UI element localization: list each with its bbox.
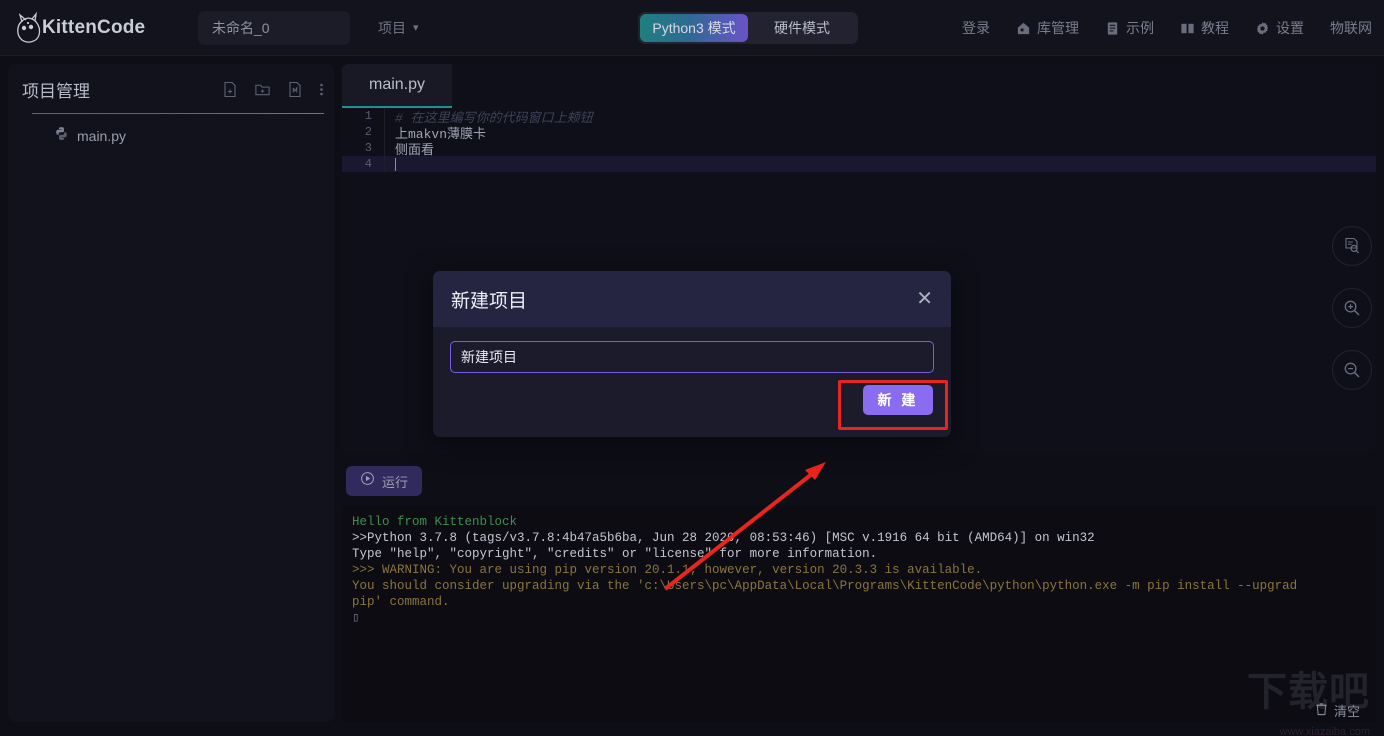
clear-console-button[interactable]: 清空 (1315, 701, 1360, 720)
tab-hardware-mode[interactable]: 硬件模式 (748, 14, 856, 42)
nav-item-settings[interactable]: 设置 (1255, 18, 1304, 38)
dialog-footer: 新 建 (433, 373, 951, 415)
chevron-down-icon: ▾ (413, 22, 419, 34)
sidebar-header: 项目管理 (8, 64, 334, 114)
list-item-label: main.py (77, 128, 127, 144)
book-icon (1180, 21, 1195, 36)
run-button[interactable]: 运行 (346, 466, 423, 496)
console-line: Type "help", "copyright", "credits" or "… (352, 547, 878, 561)
nav-item-examples[interactable]: 示例 (1105, 18, 1154, 38)
nav-item-library[interactable]: 库管理 (1016, 18, 1079, 38)
mode-switch: Python3 模式 硬件模式 (638, 12, 858, 44)
clear-console-label: 清空 (1333, 704, 1360, 719)
tab-python3-mode[interactable]: Python3 模式 (640, 14, 748, 42)
close-icon[interactable]: ✕ (916, 289, 933, 309)
new-project-dialog: 新建项目 ✕ 新 建 (433, 271, 951, 437)
editor-tabbar: main.py (342, 64, 1376, 108)
console-line: >>> WARNING: You are using pip version 2… (352, 563, 983, 577)
line-number: 3 (364, 141, 372, 155)
line-number: 1 (364, 109, 372, 123)
nav-label-examples: 示例 (1126, 20, 1154, 36)
nav-label-login: 登录 (962, 20, 990, 36)
dialog-header: 新建项目 ✕ (433, 271, 951, 327)
code-line: 1 # 在这里编写你的代码窗口上颊钮 (342, 108, 1376, 126)
console-output[interactable]: Hello from Kittenblock >>Python 3.7.8 (t… (342, 506, 1376, 722)
nav-item-login[interactable]: 登录 (962, 18, 990, 38)
nav-right: 登录 库管理 示例 教程 设置 物联网 (962, 0, 1372, 56)
run-button-label: 运行 (382, 474, 409, 490)
list-item[interactable]: main.py (8, 123, 334, 149)
code-text: 侧面看 (395, 142, 435, 158)
document-icon (1105, 21, 1120, 36)
project-name-field[interactable] (450, 341, 934, 373)
kitten-logo-icon (12, 11, 48, 45)
dialog-body (433, 327, 951, 373)
editor-side-tools (1332, 226, 1372, 390)
console-line: pip' command. (352, 595, 450, 609)
python-file-icon (54, 126, 69, 146)
console-caret: ▯ (352, 611, 360, 625)
gear-icon (1255, 21, 1270, 36)
tab-main-py[interactable]: main.py (342, 64, 452, 108)
project-menu[interactable]: 项目 ▾ (378, 18, 419, 38)
import-file-icon[interactable] (287, 81, 303, 98)
nav-label-tutorial: 教程 (1201, 20, 1229, 36)
sidebar-tools (222, 81, 324, 98)
line-number: 4 (364, 157, 372, 171)
home-library-icon (1016, 21, 1031, 36)
play-circle-icon (360, 471, 375, 491)
new-folder-icon[interactable] (254, 81, 271, 98)
console-line: >>Python 3.7.8 (tags/v3.7.8:4b47a5b6ba, … (352, 531, 1095, 545)
top-bar: KittenCode 项目 ▾ Python3 模式 硬件模式 登录 库管理 (0, 0, 1384, 56)
app-root: KittenCode 项目 ▾ Python3 模式 硬件模式 登录 库管理 (0, 0, 1384, 736)
nav-label-library: 库管理 (1037, 20, 1079, 36)
nav-label-iot: 物联网 (1330, 20, 1372, 36)
zoom-out-icon[interactable] (1332, 350, 1372, 390)
more-options-icon[interactable] (319, 81, 324, 98)
new-file-icon[interactable] (222, 81, 238, 98)
project-name-input[interactable] (198, 10, 350, 45)
nav-item-tutorial[interactable]: 教程 (1180, 18, 1229, 38)
project-menu-label: 项目 (378, 19, 406, 36)
zoom-in-icon[interactable] (1332, 288, 1372, 328)
find-in-file-icon[interactable] (1332, 226, 1372, 266)
page-title: 项目管理 (22, 81, 90, 101)
nav-label-settings: 设置 (1276, 20, 1304, 36)
trash-icon (1315, 702, 1328, 719)
create-project-button[interactable]: 新 建 (863, 385, 933, 415)
project-sidebar: 项目管理 main.py (8, 64, 334, 722)
brand-name: KittenCode (42, 16, 146, 38)
text-caret (395, 157, 396, 171)
console-line: Hello from Kittenblock (352, 515, 518, 529)
sidebar-divider (32, 112, 324, 114)
code-text (385, 157, 396, 172)
line-number: 2 (364, 125, 372, 139)
brand: KittenCode (12, 11, 182, 45)
console-line: You should consider upgrading via the 'c… (352, 579, 1298, 593)
code-line: 2 上makvn薄膜卡 (342, 124, 1376, 142)
nav-item-iot[interactable]: 物联网 (1330, 18, 1372, 38)
dialog-title: 新建项目 (451, 290, 528, 312)
code-line-active: 4 (342, 156, 1376, 172)
code-line: 3 侧面看 (342, 140, 1376, 158)
